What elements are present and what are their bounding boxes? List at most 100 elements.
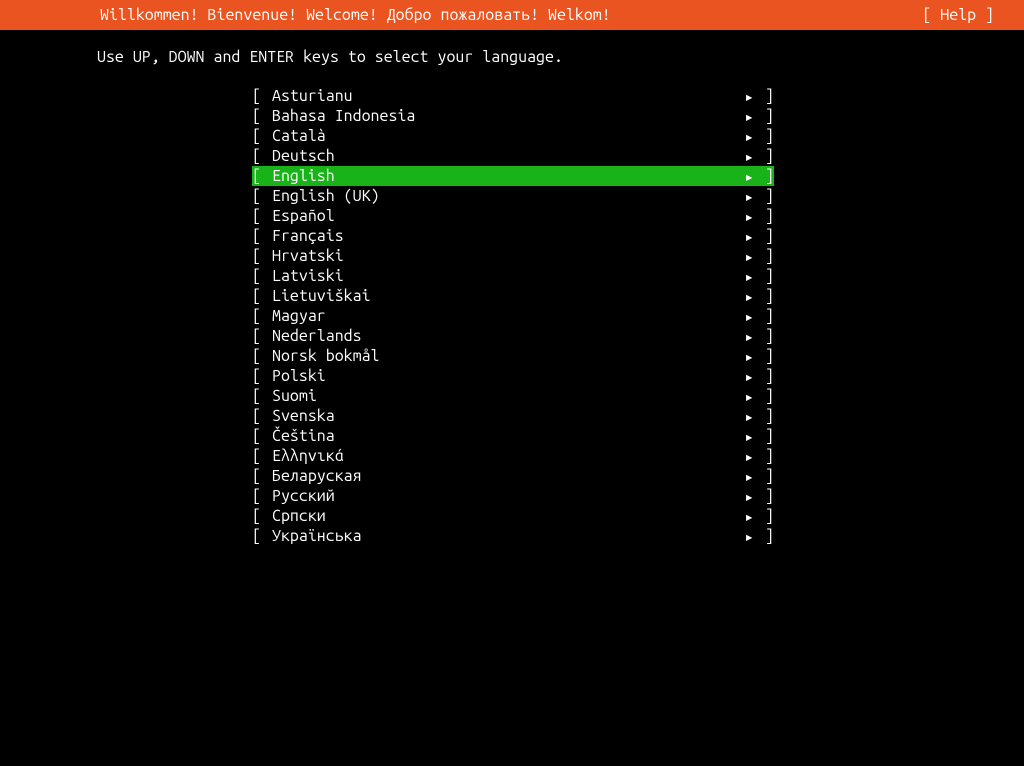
help-button[interactable]: [ Help ] (922, 6, 994, 24)
language-item[interactable]: [ Polski▸ ] (252, 366, 774, 386)
bracket-open: [ (252, 447, 272, 465)
bracket-close: ] (754, 267, 774, 285)
language-item[interactable]: [ Norsk bokmål▸ ] (252, 346, 774, 366)
language-item[interactable]: [ English (UK)▸ ] (252, 186, 774, 206)
language-item[interactable]: [ Bahasa Indonesia▸ ] (252, 106, 774, 126)
language-name: English (272, 167, 734, 185)
bracket-close: ] (754, 367, 774, 385)
bracket-close: ] (754, 447, 774, 465)
language-name: Asturianu (272, 87, 734, 105)
bracket-open: [ (252, 247, 272, 265)
language-item[interactable]: [ English▸ ] (252, 166, 774, 186)
language-name: Svenska (272, 407, 734, 425)
language-item[interactable]: [ Српски▸ ] (252, 506, 774, 526)
bracket-close: ] (754, 127, 774, 145)
language-name: Hrvatski (272, 247, 734, 265)
bracket-close: ] (754, 207, 774, 225)
language-item[interactable]: [ Nederlands▸ ] (252, 326, 774, 346)
chevron-right-icon: ▸ (734, 207, 754, 226)
chevron-right-icon: ▸ (734, 487, 754, 506)
bracket-open: [ (252, 487, 272, 505)
language-name: Español (272, 207, 734, 225)
bracket-open: [ (252, 107, 272, 125)
language-name: Српски (272, 507, 734, 525)
bracket-close: ] (754, 307, 774, 325)
language-item[interactable]: [ Català▸ ] (252, 126, 774, 146)
language-item[interactable]: [ Čeština▸ ] (252, 426, 774, 446)
bracket-close: ] (754, 227, 774, 245)
bracket-open: [ (252, 187, 272, 205)
language-name: Deutsch (272, 147, 734, 165)
language-name: Suomi (272, 387, 734, 405)
chevron-right-icon: ▸ (734, 307, 754, 326)
bracket-close: ] (754, 487, 774, 505)
chevron-right-icon: ▸ (734, 347, 754, 366)
bracket-close: ] (754, 427, 774, 445)
language-name: Ελληνικά (272, 447, 734, 465)
chevron-right-icon: ▸ (734, 327, 754, 346)
language-item[interactable]: [ Русский▸ ] (252, 486, 774, 506)
language-item[interactable]: [ Suomi▸ ] (252, 386, 774, 406)
language-item[interactable]: [ Magyar▸ ] (252, 306, 774, 326)
bracket-open: [ (252, 287, 272, 305)
bracket-close: ] (754, 407, 774, 425)
bracket-close: ] (754, 107, 774, 125)
language-name: Lietuviškai (272, 287, 734, 305)
bracket-open: [ (252, 87, 272, 105)
bracket-close: ] (754, 347, 774, 365)
language-name: Català (272, 127, 734, 145)
bracket-open: [ (252, 267, 272, 285)
language-name: Polski (272, 367, 734, 385)
language-item[interactable]: [ Français▸ ] (252, 226, 774, 246)
bracket-close: ] (754, 507, 774, 525)
bracket-close: ] (754, 287, 774, 305)
chevron-right-icon: ▸ (734, 467, 754, 486)
chevron-right-icon: ▸ (734, 87, 754, 106)
language-name: Čeština (272, 427, 734, 445)
language-item[interactable]: [ Українська▸ ] (252, 526, 774, 546)
chevron-right-icon: ▸ (734, 167, 754, 186)
chevron-right-icon: ▸ (734, 247, 754, 266)
language-item[interactable]: [ Español▸ ] (252, 206, 774, 226)
chevron-right-icon: ▸ (734, 507, 754, 526)
bracket-close: ] (754, 87, 774, 105)
bracket-open: [ (252, 387, 272, 405)
chevron-right-icon: ▸ (734, 107, 754, 126)
language-item[interactable]: [ Lietuviškai▸ ] (252, 286, 774, 306)
chevron-right-icon: ▸ (734, 267, 754, 286)
language-item[interactable]: [ Беларуская▸ ] (252, 466, 774, 486)
language-name: Latviski (272, 267, 734, 285)
language-name: Bahasa Indonesia (272, 107, 734, 125)
bracket-open: [ (252, 367, 272, 385)
bracket-open: [ (252, 207, 272, 225)
bracket-open: [ (252, 147, 272, 165)
language-name: English (UK) (272, 187, 734, 205)
language-item[interactable]: [ Asturianu▸ ] (252, 86, 774, 106)
chevron-right-icon: ▸ (734, 527, 754, 546)
instruction-text: Use UP, DOWN and ENTER keys to select yo… (0, 30, 1024, 86)
language-item[interactable]: [ Latviski▸ ] (252, 266, 774, 286)
bracket-close: ] (754, 387, 774, 405)
chevron-right-icon: ▸ (734, 387, 754, 406)
bracket-close: ] (754, 147, 774, 165)
chevron-right-icon: ▸ (734, 127, 754, 146)
language-name: Беларуская (272, 467, 734, 485)
language-list: [ Asturianu▸ ][ Bahasa Indonesia▸ ][ Cat… (0, 86, 1024, 546)
bracket-close: ] (754, 467, 774, 485)
language-item[interactable]: [ Deutsch▸ ] (252, 146, 774, 166)
language-item[interactable]: [ Hrvatski▸ ] (252, 246, 774, 266)
chevron-right-icon: ▸ (734, 447, 754, 466)
bracket-open: [ (252, 327, 272, 345)
bracket-close: ] (754, 527, 774, 545)
language-name: Magyar (272, 307, 734, 325)
bracket-open: [ (252, 527, 272, 545)
language-item[interactable]: [ Svenska▸ ] (252, 406, 774, 426)
language-name: Français (272, 227, 734, 245)
chevron-right-icon: ▸ (734, 367, 754, 386)
bracket-open: [ (252, 407, 272, 425)
language-name: Русский (272, 487, 734, 505)
chevron-right-icon: ▸ (734, 187, 754, 206)
language-item[interactable]: [ Ελληνικά▸ ] (252, 446, 774, 466)
bracket-close: ] (754, 247, 774, 265)
header-bar: Willkommen! Bienvenue! Welcome! Добро по… (0, 0, 1024, 30)
